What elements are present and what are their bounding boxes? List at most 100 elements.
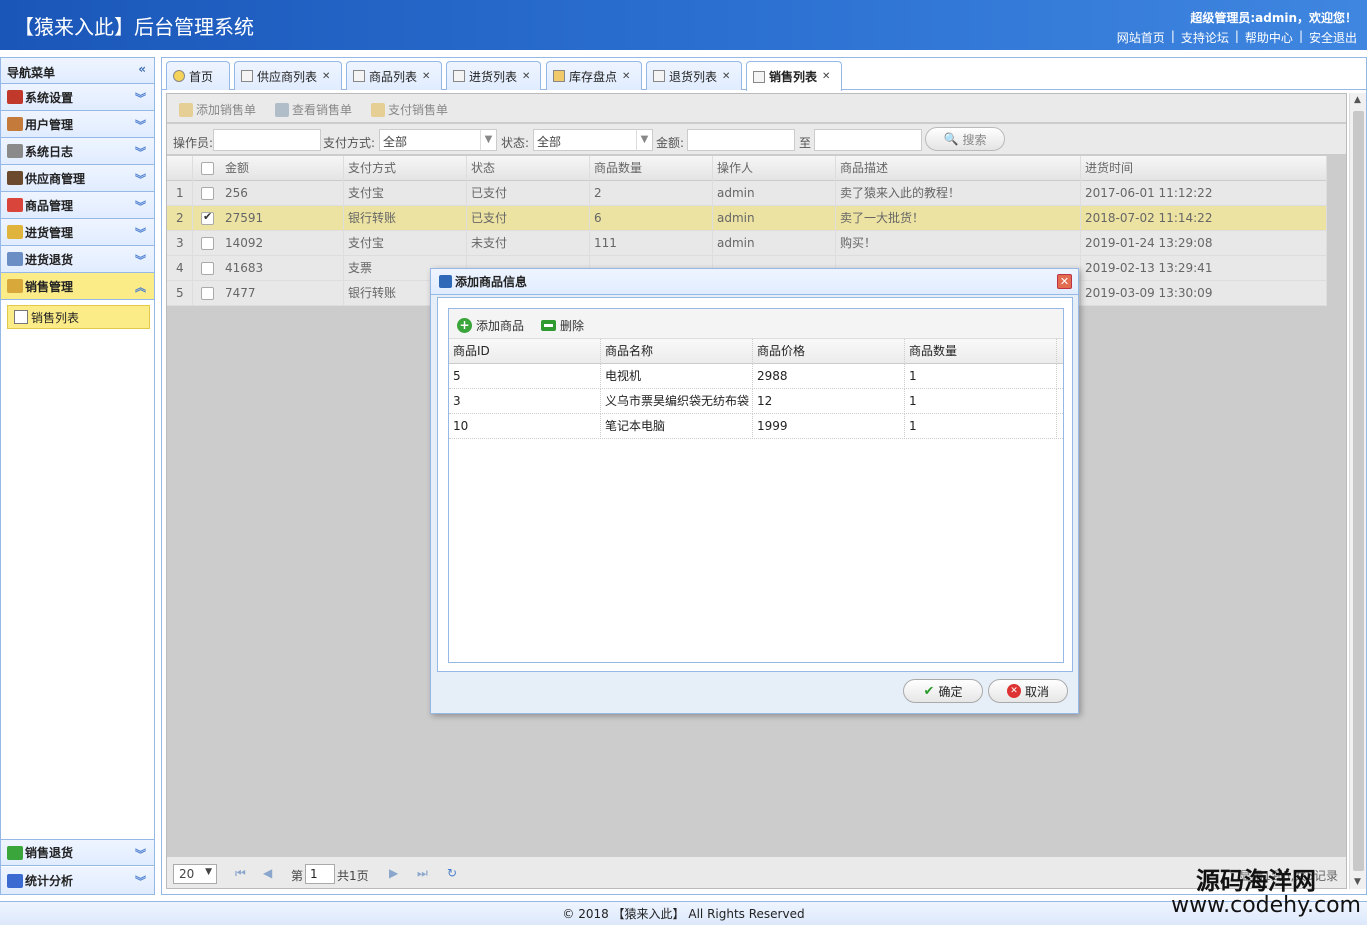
add-goods-button[interactable]: + 添加商品 [457, 317, 524, 334]
close-icon[interactable]: ✕ [1057, 274, 1072, 289]
close-icon[interactable]: ✕ [522, 71, 530, 82]
table-row[interactable]: 1 256 支付宝 已支付 2 admin 卖了猿来入此的教程！ 2017-06… [167, 181, 1327, 206]
cell-goods-name: 义乌市票昊编织袋无纺布袋 [601, 389, 753, 414]
close-icon[interactable]: ✕ [422, 71, 430, 82]
pager: 20 ▼ ⏮ ◀ 第 1 共1页 ▶ ⏭ ↻ 显示1到5,共5记录 [167, 856, 1346, 888]
col-desc[interactable]: 商品描述 [836, 156, 1081, 181]
row-checkbox[interactable] [201, 287, 214, 300]
nav-item-logs[interactable]: 系统日志 ︾ [1, 138, 154, 165]
col-goods-qty[interactable]: 商品数量 [905, 339, 1057, 364]
goods-row[interactable]: 3 义乌市票昊编织袋无纺布袋 12 1 [449, 389, 1063, 414]
vertical-scrollbar[interactable]: ▲ ▼ [1349, 93, 1366, 889]
col-time[interactable]: 进货时间 [1081, 156, 1327, 181]
row-number: 3 [167, 231, 193, 256]
nav-label: 供应商管理 [25, 171, 86, 186]
goods-row[interactable]: 5 电视机 2988 1 [449, 364, 1063, 389]
goods-row[interactable]: 10 笔记本电脑 1999 1 [449, 414, 1063, 439]
nav-item-sales[interactable]: 销售管理 ︽ [1, 273, 154, 300]
col-goods-id[interactable]: 商品ID [449, 339, 601, 364]
status-select[interactable]: 全部 ▼ [533, 129, 653, 151]
refresh-icon[interactable]: ↻ [447, 866, 457, 880]
close-icon[interactable]: ✕ [722, 71, 730, 82]
next-page-icon[interactable]: ▶ [389, 866, 398, 880]
tab-returns[interactable]: 退货列表 ✕ [646, 61, 742, 90]
col-status[interactable]: 状态 [467, 156, 590, 181]
table-row[interactable]: 3 14092 支付宝 未支付 111 admin 购买！ 2019-01-24… [167, 231, 1327, 256]
nav-item-settings[interactable]: 系统设置 ︾ [1, 84, 154, 111]
prev-page-icon[interactable]: ◀ [263, 866, 272, 880]
cell-goods-qty: 1 [905, 364, 1057, 389]
link-forum[interactable]: 支持论坛 [1181, 29, 1229, 46]
tab-label: 库存盘点 [569, 69, 618, 84]
cancel-button[interactable]: ✕ 取消 [988, 679, 1068, 703]
page-size-select[interactable]: 20 ▼ [173, 864, 217, 884]
nav-item-suppliers[interactable]: 供应商管理 ︾ [1, 165, 154, 192]
tab-sales[interactable]: 销售列表 ✕ [746, 61, 842, 91]
nav-title-label: 导航菜单 [7, 66, 56, 80]
link-home[interactable]: 网站首页 [1117, 29, 1165, 46]
scroll-up-icon[interactable]: ▲ [1354, 95, 1361, 105]
col-operator[interactable]: 操作人 [713, 156, 836, 181]
tab-home[interactable]: 首页 [166, 61, 230, 90]
tools-icon [7, 90, 23, 104]
add-sale-button[interactable]: 添加销售单 [179, 101, 256, 118]
row-checkbox[interactable] [201, 237, 214, 250]
nav-sub-sales-list[interactable]: 销售列表 [7, 305, 150, 329]
close-icon[interactable]: ✕ [822, 71, 830, 82]
first-page-icon[interactable]: ⏮ [235, 866, 246, 881]
col-pay[interactable]: 支付方式 [344, 156, 467, 181]
pay-sale-button[interactable]: 支付销售单 [371, 101, 448, 118]
amount-max-input[interactable] [814, 129, 922, 151]
table-row[interactable]: 2 27591 银行转账 已支付 6 admin 卖了一大批货！ 2018-07… [167, 206, 1327, 231]
collapse-icon[interactable]: « [138, 62, 146, 76]
close-icon[interactable]: ✕ [322, 71, 330, 82]
nav-item-stats[interactable]: 统计分析 ︾ [1, 867, 154, 894]
watermark-line2: www.codehy.com [1171, 893, 1361, 918]
nav-label: 进货退货 [25, 252, 74, 267]
view-sale-button[interactable]: 查看销售单 [275, 101, 352, 118]
link-logout[interactable]: 安全退出 [1309, 29, 1357, 46]
header-links: 网站首页 | 支持论坛 | 帮助中心 | 安全退出 [1116, 29, 1357, 46]
row-checkbox[interactable] [201, 187, 214, 200]
operator-input[interactable] [213, 129, 321, 151]
col-goods-price[interactable]: 商品价格 [753, 339, 905, 364]
tab-suppliers[interactable]: 供应商列表 ✕ [234, 61, 342, 90]
search-button[interactable]: 🔍 搜索 [925, 127, 1005, 151]
card-icon [653, 70, 665, 82]
row-number: 2 [167, 206, 193, 231]
col-amount[interactable]: 金额 [221, 156, 344, 181]
close-icon[interactable]: ✕ [622, 71, 630, 82]
nav-item-goods[interactable]: 商品管理 ︾ [1, 192, 154, 219]
cell-status: 未支付 [467, 231, 590, 256]
tab-label: 退货列表 [669, 69, 718, 84]
link-help[interactable]: 帮助中心 [1245, 29, 1293, 46]
chevron-down-icon: ▼ [205, 867, 212, 877]
page-input[interactable]: 1 [305, 864, 335, 884]
delete-goods-button[interactable]: 删除 [541, 317, 584, 334]
amount-min-input[interactable] [687, 129, 795, 151]
row-checkbox[interactable] [201, 210, 214, 225]
goods-toolbar: + 添加商品 删除 [449, 309, 1063, 339]
col-qty[interactable]: 商品数量 [590, 156, 713, 181]
nav-item-users[interactable]: 用户管理 ︾ [1, 111, 154, 138]
pay-select[interactable]: 全部 ▼ [379, 129, 497, 151]
scroll-thumb[interactable] [1353, 111, 1364, 871]
col-goods-name[interactable]: 商品名称 [601, 339, 753, 364]
nav-item-purchase-return[interactable]: 进货退货 ︾ [1, 246, 154, 273]
cell-operator: admin [713, 206, 836, 231]
tag-icon [371, 102, 385, 117]
select-all-checkbox[interactable] [201, 162, 214, 175]
nav-title: 导航菜单 « [1, 58, 154, 84]
page-label: 第 [291, 869, 304, 883]
row-checkbox[interactable] [201, 262, 214, 275]
tab-goods[interactable]: 商品列表 ✕ [346, 61, 442, 90]
nav-item-purchase[interactable]: 进货管理 ︾ [1, 219, 154, 246]
ok-button[interactable]: ✔ 确定 [903, 679, 983, 703]
cell-pay: 支付宝 [344, 181, 467, 206]
chevron-down-icon: ︾ [135, 254, 146, 267]
last-page-icon[interactable]: ⏭ [417, 866, 428, 881]
tab-purchase[interactable]: 进货列表 ✕ [446, 61, 541, 90]
tab-inventory[interactable]: 库存盘点 ✕ [546, 61, 642, 90]
nav-item-sales-return[interactable]: 销售退货 ︾ [1, 839, 154, 866]
cell-pay: 银行转账 [344, 206, 467, 231]
